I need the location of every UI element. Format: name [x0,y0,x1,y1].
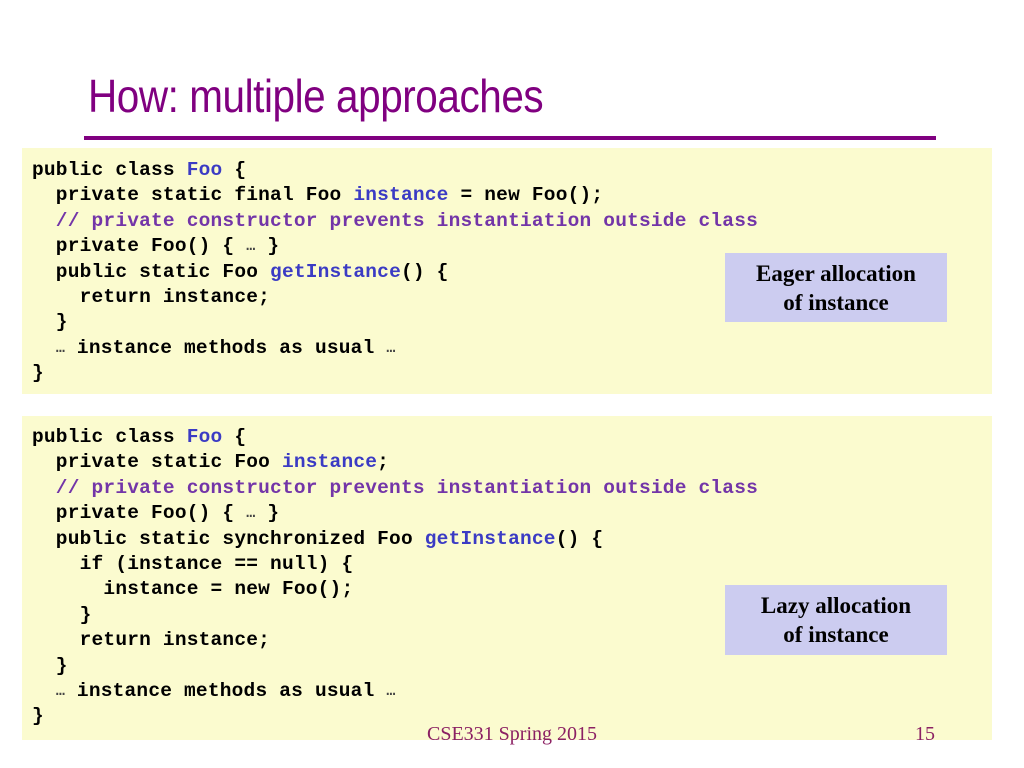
code-token: Foo [186,159,223,181]
title-divider [84,136,936,140]
callout-lazy-allocation: Lazy allocation of instance [725,585,947,655]
code-token: public class [32,426,187,448]
code-token: { [222,426,247,448]
footer-page-number: 15 [915,723,935,745]
code-token: private static Foo [32,451,282,474]
code-line: private static final Foo instance = new … [32,183,992,208]
code-line: } [32,361,992,386]
code-token: public static Foo [32,260,271,283]
code-token: } [255,235,280,258]
code-token: getInstance [270,260,401,283]
code-line: … instance methods as usual … [32,336,992,361]
code-line: } [32,654,992,679]
code-line: // private constructor prevents instanti… [32,476,992,501]
code-line: public static synchronized Foo getInstan… [32,527,992,552]
code-token: getInstance [424,527,556,550]
code-token: instance [353,184,449,207]
code-token: private static final Foo [32,184,354,207]
code-token: public class [32,159,187,181]
code-token: = new Foo(); [448,184,604,207]
code-token: // private constructor prevents instanti… [32,209,759,232]
code-token: … [55,339,66,357]
code-token: instance [281,451,378,474]
footer-course-label: CSE331 Spring 2015 [426,723,598,745]
code-line: private Foo() { … } [32,501,992,526]
code-token: … [55,682,66,700]
code-token: } [255,502,280,525]
code-token: ; [377,451,390,474]
code-token: // private constructor prevents instanti… [32,476,759,499]
code-token: return instance; [32,285,271,308]
code-line: if (instance == null) { [32,552,992,577]
code-token: instance methods as usual [65,336,387,359]
code-token: } [32,311,68,334]
code-line: … instance methods as usual … [32,679,992,704]
callout-eager-allocation: Eager allocation of instance [725,253,947,322]
code-line: private static Foo instance; [32,450,992,475]
code-token: } [32,654,68,677]
code-block-lazy: public class Foo { private static Foo in… [22,416,992,740]
code-token: return instance; [32,629,271,652]
code-token: () { [400,260,449,283]
code-token: … [386,682,396,700]
code-token: Foo [186,426,223,448]
code-token: … [386,339,396,357]
code-token: } [32,362,44,385]
code-line: public class Foo { [32,158,992,183]
code-token: () { [555,527,604,550]
code-token: { [222,159,247,181]
code-line: public class Foo { [32,425,992,450]
code-token: if (instance == null) { [32,552,354,575]
callout-lazy-line-1: Lazy allocation [760,593,912,618]
callout-eager-line-1: Eager allocation [756,260,916,286]
callout-eager-line-2: of instance [783,289,889,315]
callout-lazy-line-2: of instance [783,622,889,647]
code-token: private Foo() { [32,502,247,525]
code-token: private Foo() { [32,235,247,258]
code-token: instance = new Foo(); [32,578,354,601]
code-token: } [32,603,92,626]
code-token: public static synchronized Foo [32,527,425,550]
code-token: instance methods as usual [65,679,387,702]
code-line: // private constructor prevents instanti… [32,209,992,234]
page-title: How: multiple approaches [88,70,544,122]
